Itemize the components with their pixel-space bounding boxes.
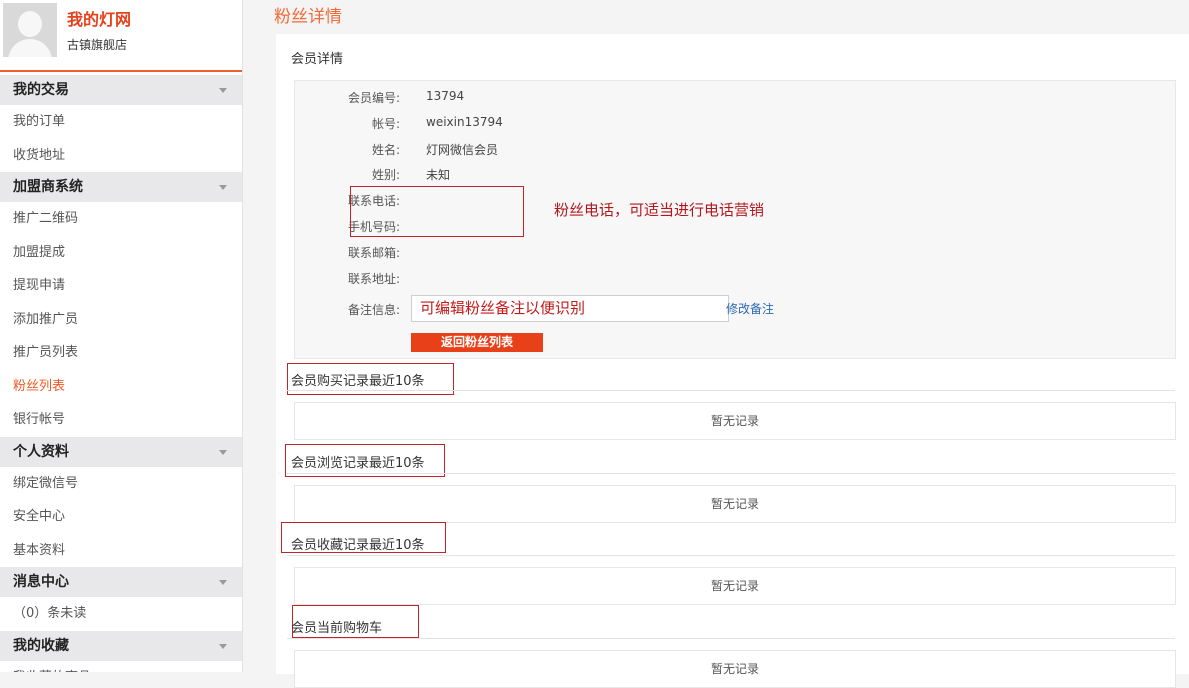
caret-down-icon	[219, 185, 227, 190]
empty-favorites: 暂无记录	[294, 567, 1176, 605]
section-divider	[287, 638, 1175, 639]
section-title-favorites: 会员收藏记录最近10条	[291, 538, 425, 553]
sidebar-item-bind-wechat[interactable]: 绑定微信号	[0, 467, 242, 501]
panel-title: 会员详情	[291, 52, 344, 67]
sidebar: 我的灯网 古镇旗舰店 我的交易 我的订单 收货地址 加盟商系统 推广二维码 加盟…	[0, 0, 243, 672]
caret-down-icon	[219, 643, 227, 649]
field-value-member-id: 13794	[426, 89, 465, 103]
caret-down-icon	[219, 580, 227, 585]
sidebar-item-addresses[interactable]: 收货地址	[0, 139, 242, 173]
sidebar-item-commission[interactable]: 加盟提成	[0, 236, 242, 270]
section-title-purchases: 会员购买记录最近10条	[291, 374, 425, 389]
sidebar-item-withdraw[interactable]: 提现申请	[0, 269, 242, 303]
section-title: 消息中心	[13, 574, 69, 590]
section-title-cart: 会员当前购物车	[291, 621, 383, 636]
field-label-gender: 姓别:	[371, 168, 400, 182]
sidebar-item-qrcode[interactable]: 推广二维码	[0, 202, 242, 236]
section-title: 加盟商系统	[13, 179, 83, 195]
back-to-fans-list-button[interactable]: 返回粉丝列表	[411, 333, 543, 352]
content-panel: 会员详情 会员编号: 13794 帐号: weixin13794 姓名: 灯网微…	[276, 34, 1189, 688]
user-profile: 我的灯网 古镇旗舰店	[0, 0, 242, 72]
note-input[interactable]: 可编辑粉丝备注以便识别	[411, 295, 729, 322]
sidebar-item-add-promoter[interactable]: 添加推广员	[0, 303, 242, 337]
section-divider	[287, 473, 1175, 474]
sidebar-item-security[interactable]: 安全中心	[0, 500, 242, 534]
avatar-shoulders-shape	[8, 39, 52, 57]
section-head-messages[interactable]: 消息中心	[0, 567, 242, 597]
section-head-favorites[interactable]: 我的收藏	[0, 630, 242, 661]
sidebar-item-favorite-products[interactable]: 我收藏的商品	[0, 661, 242, 673]
phone-annotation-box	[350, 186, 524, 237]
empty-cart: 暂无记录	[294, 650, 1176, 688]
empty-views: 暂无记录	[294, 485, 1176, 523]
field-value-name: 灯网微信会员	[426, 143, 499, 157]
empty-purchases: 暂无记录	[294, 402, 1176, 440]
sidebar-item-promoter-list[interactable]: 推广员列表	[0, 336, 242, 370]
caret-down-icon	[219, 88, 227, 93]
section-head-trade[interactable]: 我的交易	[0, 75, 242, 105]
field-label-note: 备注信息:	[347, 303, 400, 317]
avatar-head-shape	[18, 11, 42, 37]
field-label-name: 姓名:	[371, 143, 400, 157]
section-divider	[287, 555, 1175, 556]
sidebar-item-unread[interactable]: （0）条未读	[0, 597, 242, 631]
field-label-member-id: 会员编号:	[347, 91, 400, 105]
caret-down-icon	[219, 449, 227, 455]
field-value-account: weixin13794	[426, 115, 503, 129]
sidebar-menu: 我的交易 我的订单 收货地址 加盟商系统 推广二维码 加盟提成 提现申请 添加推…	[0, 75, 242, 672]
shop-name: 古镇旗舰店	[67, 38, 128, 52]
phone-annotation-text: 粉丝电话，可适当进行电话营销	[554, 201, 765, 219]
section-head-franchise[interactable]: 加盟商系统	[0, 172, 242, 202]
sidebar-item-bank-account[interactable]: 银行帐号	[0, 403, 242, 437]
sidebar-item-fans-list[interactable]: 粉丝列表	[0, 370, 242, 404]
sidebar-item-basic-info[interactable]: 基本资料	[0, 534, 242, 568]
section-title-views: 会员浏览记录最近10条	[291, 456, 425, 471]
field-label-address: 联系地址:	[347, 272, 400, 286]
section-title: 我的交易	[13, 82, 69, 98]
avatar[interactable]	[3, 3, 57, 57]
section-head-profile[interactable]: 个人资料	[0, 436, 242, 467]
field-label-account: 帐号:	[371, 117, 400, 131]
edit-note-link[interactable]: 修改备注	[726, 300, 774, 317]
section-divider	[287, 390, 1175, 391]
sidebar-item-my-orders[interactable]: 我的订单	[0, 105, 242, 139]
page-title: 粉丝详情	[274, 7, 342, 27]
field-value-gender: 未知	[426, 168, 451, 182]
section-title: 个人资料	[13, 443, 69, 460]
site-name[interactable]: 我的灯网	[67, 6, 131, 30]
field-label-email: 联系邮箱:	[347, 246, 400, 260]
section-title: 我的收藏	[13, 637, 69, 654]
